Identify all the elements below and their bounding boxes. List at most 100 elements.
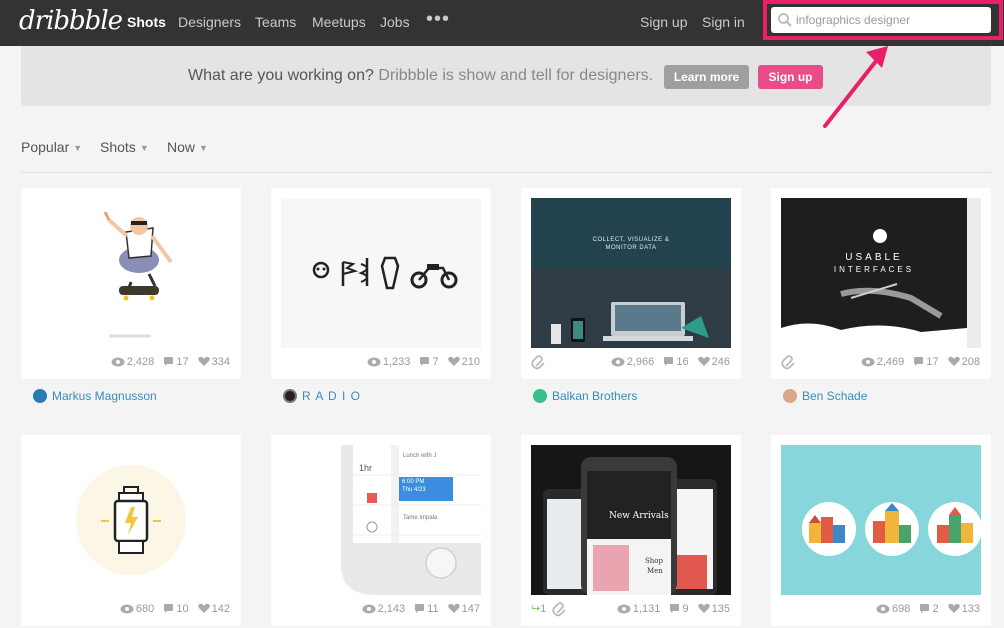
rebound-count: 1 — [540, 603, 547, 615]
comments-stat[interactable]: 11 — [414, 603, 439, 615]
views-count: 1,233 — [382, 356, 411, 368]
heart-icon — [697, 603, 710, 613]
comments-stat[interactable]: 17 — [913, 356, 939, 368]
views-count: 680 — [135, 603, 155, 615]
likes-stat[interactable]: 208 — [947, 356, 980, 368]
likes-count: 246 — [711, 356, 730, 368]
shot-thumbnail[interactable]: New Arrivals Shop Men — [531, 445, 731, 595]
shot-thumbnail[interactable]: COLLECT, VISUALIZE & MONITOR DATA — [531, 198, 731, 348]
heart-icon — [197, 603, 210, 613]
rebound-indicator[interactable]: ↪1 — [531, 602, 546, 615]
shot-card[interactable]: New Arrivals Shop Men ↪1 1,131 9 135 — [521, 435, 741, 626]
comment-icon — [420, 357, 430, 366]
nav-designers[interactable]: Designers — [178, 14, 241, 30]
likes-stat[interactable]: 133 — [947, 603, 980, 615]
shot-thumbnail[interactable] — [31, 445, 231, 595]
author-name[interactable]: Balkan Brothers — [552, 389, 637, 403]
nav-jobs[interactable]: Jobs — [380, 14, 410, 30]
avatar — [783, 389, 797, 403]
signin-link[interactable]: Sign in — [702, 14, 745, 30]
signup-link[interactable]: Sign up — [640, 14, 687, 30]
comments-stat[interactable]: 16 — [663, 356, 689, 368]
dribbble-logo[interactable]: dribbble — [19, 6, 123, 36]
shot-caption: 1hr — [359, 463, 373, 473]
comment-icon — [164, 357, 174, 366]
likes-stat[interactable]: 210 — [447, 356, 480, 368]
banner-question: What are you working on? — [188, 67, 374, 84]
shot-stats: 2,143 11 147 — [356, 603, 480, 615]
nav-shots[interactable]: Shots — [127, 14, 166, 30]
comments-stat[interactable]: 2 — [919, 603, 939, 615]
views-count: 2,428 — [126, 356, 155, 368]
comments-stat[interactable]: 10 — [163, 603, 189, 615]
chevron-down-icon: ▼ — [139, 143, 149, 153]
shot-thumbnail[interactable] — [31, 198, 231, 348]
shot-card[interactable]: 1,233 7 210 — [271, 188, 491, 379]
comments-count: 10 — [176, 603, 189, 615]
comments-stat[interactable]: 17 — [163, 356, 189, 368]
attachment-icon[interactable] — [781, 355, 797, 371]
eye-icon — [367, 357, 381, 367]
shot-stats: 2,428 17 334 — [105, 356, 230, 368]
avatar — [33, 389, 47, 403]
attachment-icon[interactable] — [552, 602, 568, 618]
nav-teams[interactable]: Teams — [255, 14, 296, 30]
shot-card[interactable]: COLLECT, VISUALIZE & MONITOR DATA 2,966 … — [521, 188, 741, 379]
likes-count: 208 — [961, 356, 980, 368]
likes-stat[interactable]: 147 — [447, 603, 480, 615]
eye-icon — [861, 357, 875, 367]
comment-icon — [664, 357, 674, 366]
avatar — [533, 389, 547, 403]
comments-count: 17 — [176, 356, 189, 368]
views-count: 698 — [892, 603, 911, 615]
skater-illustration — [31, 198, 231, 348]
shot-card[interactable]: 1hr Lunch with J 6:00 PM Thu 4/23 Tame I… — [271, 435, 491, 626]
filter-time[interactable]: Now ▼ — [167, 139, 208, 155]
shot-thumbnail[interactable] — [781, 445, 981, 595]
shot-thumbnail[interactable] — [281, 198, 481, 348]
likes-stat[interactable]: 135 — [697, 603, 730, 615]
comment-icon — [914, 357, 924, 366]
shot-stats: 2,469 17 208 — [855, 356, 980, 368]
learn-more-button[interactable]: Learn more — [664, 65, 749, 89]
shot-stats: 1,233 7 210 — [361, 356, 480, 368]
likes-stat[interactable]: 246 — [697, 356, 730, 368]
comments-count: 16 — [676, 356, 689, 368]
dashboard-illustration — [531, 198, 731, 348]
author-name[interactable]: Markus Magnusson — [52, 389, 157, 403]
likes-count: 334 — [211, 356, 230, 368]
likes-count: 142 — [211, 603, 230, 615]
shot-thumbnail[interactable]: USABLE INTERFACES — [781, 198, 981, 348]
shot-card[interactable]: 680 10 142 — [21, 435, 241, 626]
shot-card[interactable]: 698 2 133 — [771, 435, 991, 626]
shot-author[interactable]: Markus Magnusson — [33, 389, 157, 403]
eye-icon — [611, 357, 625, 367]
nav-meetups[interactable]: Meetups — [312, 14, 366, 30]
shot-author[interactable]: Ben Schade — [783, 389, 867, 403]
views-stat: 2,143 — [362, 603, 406, 615]
avatar — [283, 389, 297, 403]
heart-icon — [947, 356, 960, 366]
likes-stat[interactable]: 142 — [197, 603, 230, 615]
shot-card[interactable]: 2,428 17 334 — [21, 188, 241, 379]
shot-thumbnail[interactable]: 1hr Lunch with J 6:00 PM Thu 4/23 Tame I… — [281, 445, 481, 595]
views-count: 2,143 — [377, 603, 406, 615]
likes-count: 210 — [461, 356, 480, 368]
shot-author[interactable]: Balkan Brothers — [533, 389, 637, 403]
shot-caption: INTERFACES — [833, 265, 915, 274]
shot-caption: USABLE — [845, 252, 903, 263]
lantern-illustration — [31, 445, 231, 595]
filter-shots[interactable]: Shots ▼ — [100, 139, 149, 155]
comments-stat[interactable]: 9 — [669, 603, 689, 615]
shot-caption: Thu 4/23 — [402, 487, 426, 493]
shot-author[interactable]: R A D I O — [283, 389, 361, 403]
filter-popular-label: Popular — [21, 139, 70, 155]
comments-stat[interactable]: 7 — [419, 356, 439, 368]
attachment-icon[interactable] — [531, 355, 547, 371]
likes-stat[interactable]: 334 — [197, 356, 230, 368]
shot-card[interactable]: USABLE INTERFACES 2,469 17 208 — [771, 188, 991, 379]
more-menu-icon[interactable]: ••• — [426, 8, 450, 31]
author-name[interactable]: Ben Schade — [802, 389, 867, 403]
author-name[interactable]: R A D I O — [302, 389, 361, 403]
filter-popular[interactable]: Popular ▼ — [21, 139, 82, 155]
